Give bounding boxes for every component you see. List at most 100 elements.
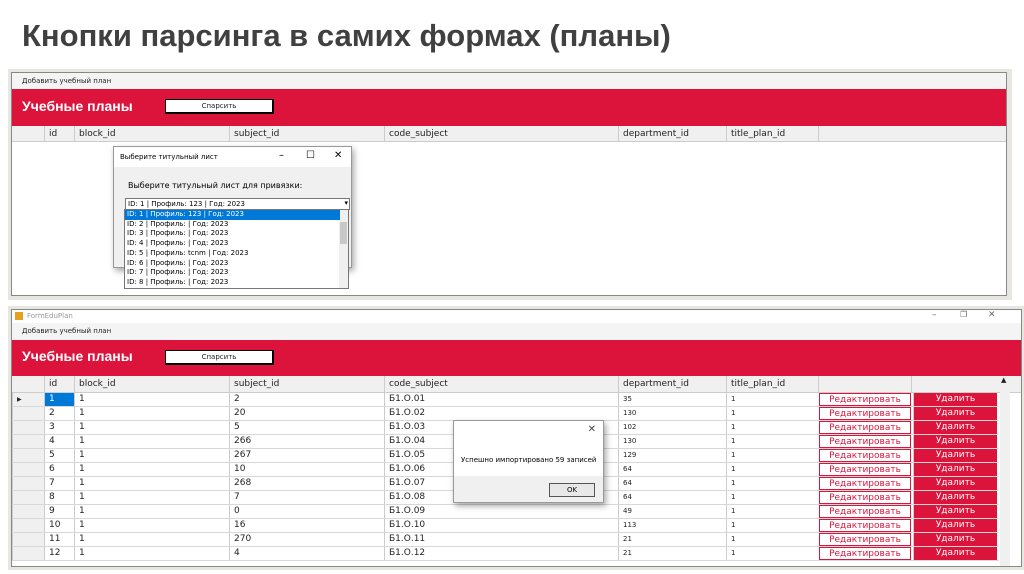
cell-subject-id[interactable]: 10 bbox=[229, 463, 384, 476]
cell-department-id[interactable]: 21 bbox=[618, 547, 726, 560]
delete-button[interactable]: Удалить bbox=[913, 435, 997, 448]
row-header[interactable] bbox=[12, 491, 44, 504]
row-header[interactable] bbox=[12, 421, 44, 434]
column-header-code-subject[interactable]: code_subject bbox=[384, 376, 618, 392]
cell-title-plan-id[interactable]: 1 bbox=[726, 449, 818, 462]
cell-title-plan-id[interactable]: 1 bbox=[726, 547, 818, 560]
edit-button[interactable]: Редактировать bbox=[819, 519, 911, 532]
row-header[interactable] bbox=[12, 477, 44, 490]
dropdown-option[interactable]: ID: 2 | Профиль: | Год: 2023 bbox=[125, 220, 340, 230]
cell-block-id[interactable]: 1 bbox=[74, 547, 229, 560]
menu-add-plan[interactable]: Добавить учебный план bbox=[12, 323, 1021, 340]
delete-button[interactable]: Удалить bbox=[913, 505, 997, 518]
close-icon[interactable]: ✕ bbox=[588, 424, 596, 435]
cell-code-subject[interactable]: Б1.О.02 bbox=[384, 407, 618, 420]
restore-icon[interactable]: ❐ bbox=[960, 310, 967, 319]
delete-button[interactable]: Удалить bbox=[913, 519, 997, 532]
column-header-block-id[interactable]: block_id bbox=[74, 126, 229, 141]
cell-code-subject[interactable]: Б1.О.01 bbox=[384, 393, 618, 406]
cell-department-id[interactable]: 64 bbox=[618, 477, 726, 490]
row-header[interactable] bbox=[12, 505, 44, 518]
grid-scrollbar[interactable]: ▲ bbox=[1000, 376, 1010, 566]
table-row[interactable]: ▶ 1 1 2 Б1.О.01 35 1 Редактировать Удалить bbox=[12, 393, 999, 407]
dropdown-option[interactable]: ID: 3 | Профиль: | Год: 2023 bbox=[125, 229, 340, 239]
cell-block-id[interactable]: 1 bbox=[74, 463, 229, 476]
cell-department-id[interactable]: 130 bbox=[618, 435, 726, 448]
cell-id[interactable]: 10 bbox=[44, 519, 74, 532]
cell-title-plan-id[interactable]: 1 bbox=[726, 491, 818, 504]
cell-department-id[interactable]: 49 bbox=[618, 505, 726, 518]
dropdown-option[interactable]: ID: 1 | Профиль: 123 | Год: 2023 bbox=[125, 210, 340, 220]
delete-button[interactable]: Удалить bbox=[913, 533, 997, 546]
parse-button[interactable]: Спарсить bbox=[165, 99, 274, 114]
dropdown-option[interactable]: ID: 8 | Профиль: | Год: 2023 bbox=[125, 278, 340, 288]
edit-button[interactable]: Редактировать bbox=[819, 407, 911, 420]
edit-button[interactable]: Редактировать bbox=[819, 533, 911, 546]
table-row[interactable]: 11 1 270 Б1.О.11 21 1 Редактировать Удалить bbox=[12, 533, 999, 547]
column-header-department-id[interactable]: department_id bbox=[618, 126, 726, 141]
cell-title-plan-id[interactable]: 1 bbox=[726, 477, 818, 490]
cell-code-subject[interactable]: Б1.О.11 bbox=[384, 533, 618, 546]
cell-department-id[interactable]: 130 bbox=[618, 407, 726, 420]
column-header-title-plan-id[interactable]: title_plan_id bbox=[726, 126, 818, 141]
parse-button[interactable]: Спарсить bbox=[165, 350, 274, 365]
delete-button[interactable]: Удалить bbox=[913, 491, 997, 504]
row-header[interactable] bbox=[12, 463, 44, 476]
minimize-icon[interactable]: – bbox=[932, 310, 937, 320]
cell-id[interactable]: 3 bbox=[44, 421, 74, 434]
ok-button[interactable]: OK bbox=[549, 483, 595, 497]
cell-block-id[interactable]: 1 bbox=[74, 505, 229, 518]
cell-id[interactable]: 4 bbox=[44, 435, 74, 448]
cell-block-id[interactable]: 1 bbox=[74, 491, 229, 504]
edit-button[interactable]: Редактировать bbox=[819, 477, 911, 490]
cell-subject-id[interactable]: 7 bbox=[229, 491, 384, 504]
edit-button[interactable]: Редактировать bbox=[819, 435, 911, 448]
cell-title-plan-id[interactable]: 1 bbox=[726, 435, 818, 448]
cell-id[interactable]: 8 bbox=[44, 491, 74, 504]
cell-block-id[interactable]: 1 bbox=[74, 477, 229, 490]
table-row[interactable]: 10 1 16 Б1.О.10 113 1 Редактировать Удалить bbox=[12, 519, 999, 533]
column-header-id[interactable]: id bbox=[44, 126, 74, 141]
delete-button[interactable]: Удалить bbox=[913, 421, 997, 434]
column-header-title-plan-id[interactable]: title_plan_id bbox=[726, 376, 818, 392]
edit-button[interactable]: Редактировать bbox=[819, 547, 911, 560]
table-row[interactable]: 12 1 4 Б1.О.12 21 1 Редактировать Удалить bbox=[12, 547, 999, 561]
dropdown-option[interactable]: ID: 6 | Профиль: | Год: 2023 bbox=[125, 259, 340, 269]
delete-button[interactable]: Удалить bbox=[913, 407, 997, 420]
scrollbar-thumb[interactable] bbox=[340, 222, 347, 244]
cell-title-plan-id[interactable]: 1 bbox=[726, 407, 818, 420]
dropdown-option[interactable]: ID: 4 | Профиль: | Год: 2023 bbox=[125, 239, 340, 249]
cell-title-plan-id[interactable]: 1 bbox=[726, 393, 818, 406]
edit-button[interactable]: Редактировать bbox=[819, 449, 911, 462]
dropdown-scrollbar[interactable] bbox=[339, 210, 348, 288]
close-icon[interactable]: ✕ bbox=[334, 150, 342, 161]
edit-button[interactable]: Редактировать bbox=[819, 421, 911, 434]
cell-department-id[interactable]: 64 bbox=[618, 491, 726, 504]
menu-add-plan[interactable]: Добавить учебный план bbox=[12, 73, 1006, 89]
chevron-down-icon[interactable]: ▾ bbox=[344, 199, 348, 207]
cell-block-id[interactable]: 1 bbox=[74, 519, 229, 532]
cell-block-id[interactable]: 1 bbox=[74, 421, 229, 434]
delete-button[interactable]: Удалить bbox=[913, 463, 997, 476]
cell-block-id[interactable]: 1 bbox=[74, 393, 229, 406]
scroll-up-icon[interactable]: ▲ bbox=[1001, 376, 1006, 384]
column-header-subject-id[interactable]: subject_id bbox=[229, 376, 384, 392]
maximize-icon[interactable]: ☐ bbox=[306, 150, 315, 161]
cell-subject-id[interactable]: 20 bbox=[229, 407, 384, 420]
cell-department-id[interactable]: 21 bbox=[618, 533, 726, 546]
row-header[interactable] bbox=[12, 435, 44, 448]
cell-block-id[interactable]: 1 bbox=[74, 449, 229, 462]
cell-code-subject[interactable]: Б1.О.10 bbox=[384, 519, 618, 532]
cell-title-plan-id[interactable]: 1 bbox=[726, 463, 818, 476]
delete-button[interactable]: Удалить bbox=[913, 393, 997, 406]
column-header-code-subject[interactable]: code_subject bbox=[384, 126, 618, 141]
cell-id[interactable]: 2 bbox=[44, 407, 74, 420]
edit-button[interactable]: Редактировать bbox=[819, 463, 911, 476]
delete-button[interactable]: Удалить bbox=[913, 477, 997, 490]
cell-department-id[interactable]: 102 bbox=[618, 421, 726, 434]
row-header[interactable] bbox=[12, 547, 44, 560]
cell-subject-id[interactable]: 0 bbox=[229, 505, 384, 518]
delete-button[interactable]: Удалить bbox=[913, 449, 997, 462]
cell-block-id[interactable]: 1 bbox=[74, 407, 229, 420]
cell-title-plan-id[interactable]: 1 bbox=[726, 519, 818, 532]
